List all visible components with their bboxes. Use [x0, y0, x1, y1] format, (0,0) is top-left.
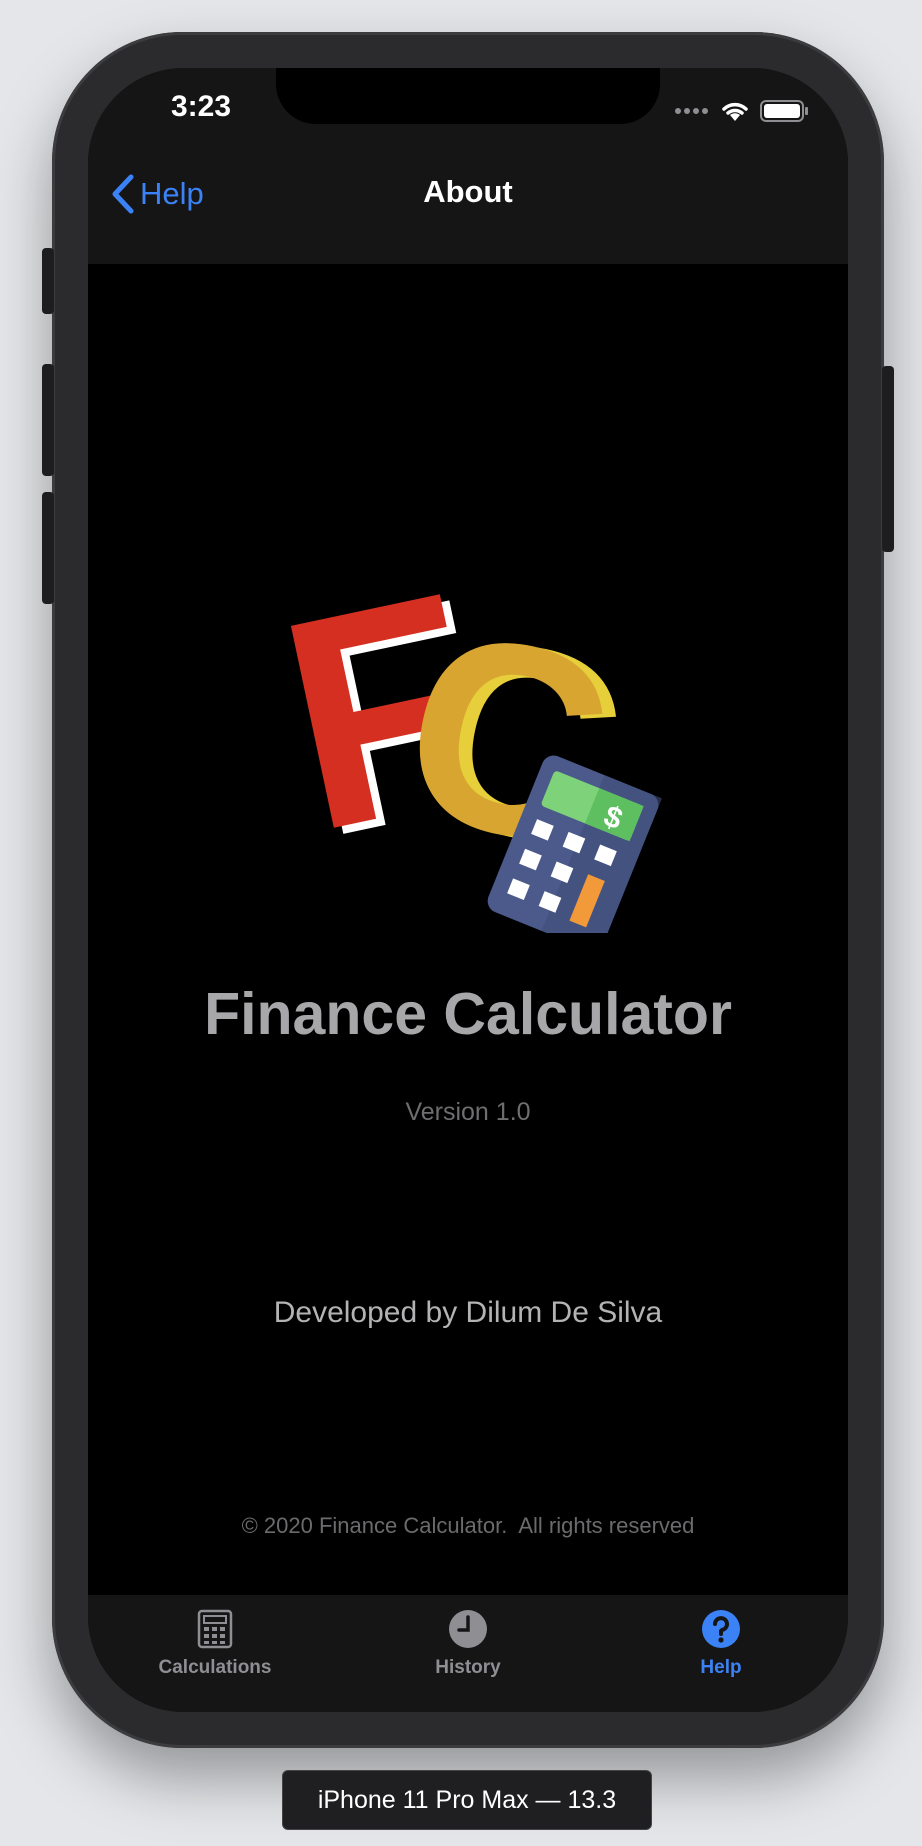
- status-icons: [674, 96, 810, 126]
- screen: 3:23 Help About F F C C $ Finance Calcul…: [88, 68, 848, 1712]
- tab-history[interactable]: History: [358, 1609, 578, 1679]
- volume-down-button: [42, 492, 54, 604]
- device-frame: 3:23 Help About F F C C $ Finance Calcul…: [42, 32, 894, 1748]
- clock-icon: [449, 1610, 487, 1648]
- calculator-icon: [197, 1609, 233, 1649]
- tab-label: Calculations: [158, 1657, 272, 1678]
- battery-icon: [760, 100, 808, 122]
- wifi-icon: [722, 102, 748, 121]
- status-time: 3:23: [170, 90, 232, 123]
- developer-credit: Developed by Dilum De Silva: [273, 1296, 663, 1329]
- power-button: [882, 366, 894, 552]
- app-logo: F F C C $: [273, 533, 662, 933]
- simulator-device-label: iPhone 11 Pro Max — 13.3: [282, 1770, 652, 1830]
- volume-up-button: [42, 364, 54, 476]
- tab-calculations[interactable]: Calculations: [105, 1609, 325, 1679]
- tab-help[interactable]: Help: [611, 1609, 831, 1679]
- page-title: About: [423, 174, 513, 209]
- tab-bar: Calculations History Help: [88, 1595, 848, 1712]
- copyright-notice: © 2020 Finance Calculator. All rights re…: [241, 1513, 695, 1538]
- cellular-signal-icon: [675, 108, 708, 114]
- tab-label: Help: [700, 1657, 742, 1678]
- mute-switch: [42, 248, 54, 314]
- app-name: Finance Calculator: [204, 981, 732, 1047]
- tab-label: History: [435, 1657, 501, 1678]
- app-version: Version 1.0: [405, 1098, 531, 1126]
- notch: [276, 68, 660, 124]
- question-circle-icon: [702, 1610, 740, 1648]
